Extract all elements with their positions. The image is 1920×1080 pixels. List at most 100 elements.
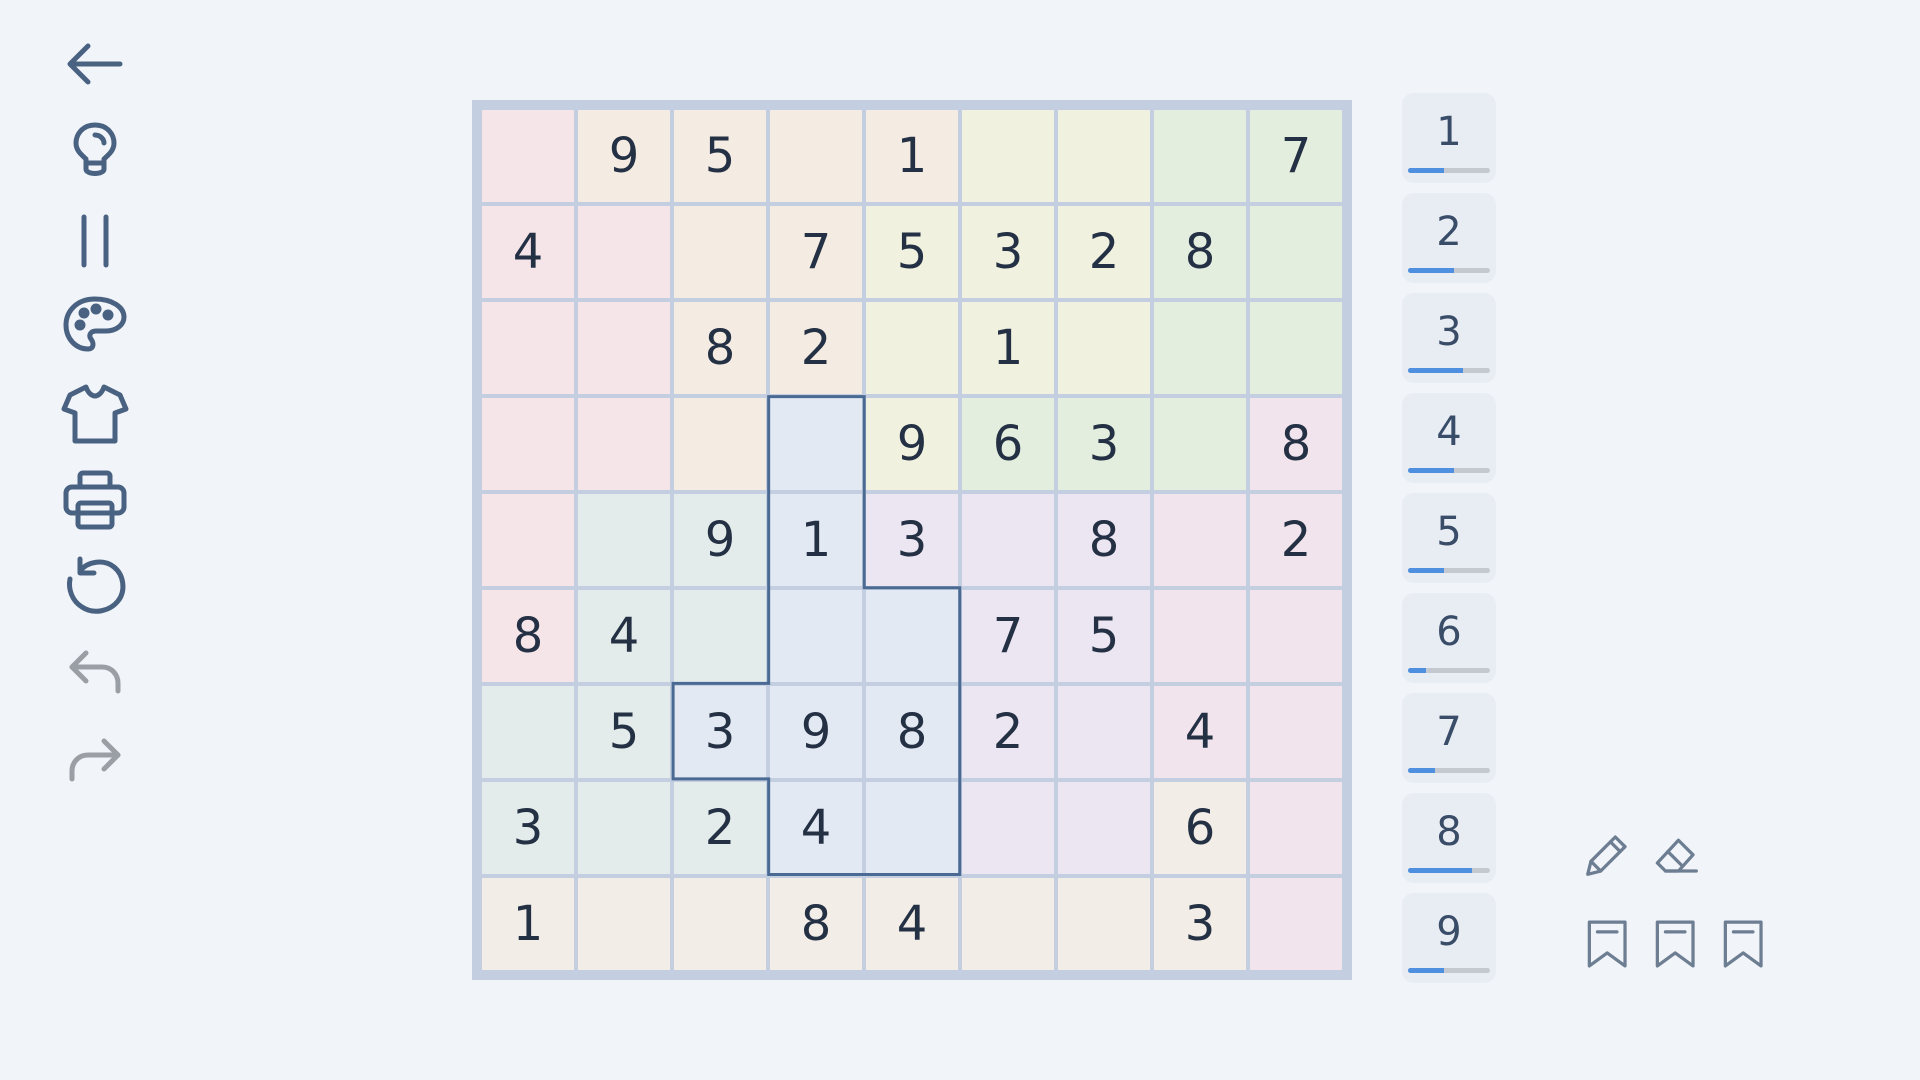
printer-button[interactable] <box>50 466 140 538</box>
cell-r7c6[interactable]: 2 <box>962 686 1054 778</box>
cell-r6c4[interactable] <box>770 590 862 682</box>
cell-r9c6[interactable] <box>962 878 1054 970</box>
cell-r6c5[interactable] <box>866 590 958 682</box>
digit-button-3[interactable]: 3 <box>1402 293 1496 383</box>
restart-button[interactable] <box>50 552 140 624</box>
cell-r6c3[interactable] <box>674 590 766 682</box>
cell-r9c8[interactable]: 3 <box>1154 878 1246 970</box>
cell-r1c5[interactable]: 1 <box>866 110 958 202</box>
cell-r6c6[interactable]: 7 <box>962 590 1054 682</box>
back-arrow-button[interactable] <box>50 30 140 102</box>
cell-r4c7[interactable]: 3 <box>1058 398 1150 490</box>
cell-r4c8[interactable] <box>1154 398 1246 490</box>
cell-r3c4[interactable]: 2 <box>770 302 862 394</box>
cell-r1c4[interactable] <box>770 110 862 202</box>
cell-r8c5[interactable] <box>866 782 958 874</box>
cell-r2c8[interactable]: 8 <box>1154 206 1246 298</box>
cell-r4c2[interactable] <box>578 398 670 490</box>
cell-r4c5[interactable]: 9 <box>866 398 958 490</box>
cell-r7c8[interactable]: 4 <box>1154 686 1246 778</box>
cell-r1c3[interactable]: 5 <box>674 110 766 202</box>
digit-button-8[interactable]: 8 <box>1402 793 1496 883</box>
shirt-button[interactable] <box>50 380 140 452</box>
digit-button-9[interactable]: 9 <box>1402 893 1496 983</box>
cell-r5c7[interactable]: 8 <box>1058 494 1150 586</box>
cell-r6c1[interactable]: 8 <box>482 590 574 682</box>
digit-button-2[interactable]: 2 <box>1402 193 1496 283</box>
cell-r5c3[interactable]: 9 <box>674 494 766 586</box>
cell-r2c2[interactable] <box>578 206 670 298</box>
cell-r1c6[interactable] <box>962 110 1054 202</box>
bookmark-1-button[interactable] <box>1578 916 1638 976</box>
cell-r2c1[interactable]: 4 <box>482 206 574 298</box>
cell-r7c5[interactable]: 8 <box>866 686 958 778</box>
cell-r7c7[interactable] <box>1058 686 1150 778</box>
palette-button[interactable] <box>50 292 140 364</box>
cell-r3c3[interactable]: 8 <box>674 302 766 394</box>
cell-r3c5[interactable] <box>866 302 958 394</box>
cell-r4c6[interactable]: 6 <box>962 398 1054 490</box>
cell-r5c5[interactable]: 3 <box>866 494 958 586</box>
bookmark-3-button[interactable] <box>1714 916 1774 976</box>
cell-r5c1[interactable] <box>482 494 574 586</box>
bookmark-2-button[interactable] <box>1646 916 1706 976</box>
cell-r2c5[interactable]: 5 <box>866 206 958 298</box>
cell-r2c4[interactable]: 7 <box>770 206 862 298</box>
cell-r1c1[interactable] <box>482 110 574 202</box>
cell-r9c9[interactable] <box>1250 878 1342 970</box>
cell-r8c3[interactable]: 2 <box>674 782 766 874</box>
cell-r4c1[interactable] <box>482 398 574 490</box>
cell-r3c1[interactable] <box>482 302 574 394</box>
pause-button[interactable] <box>50 206 140 278</box>
digit-button-6[interactable]: 6 <box>1402 593 1496 683</box>
cell-r3c6[interactable]: 1 <box>962 302 1054 394</box>
cell-r3c2[interactable] <box>578 302 670 394</box>
cell-r5c8[interactable] <box>1154 494 1246 586</box>
cell-r7c4[interactable]: 9 <box>770 686 862 778</box>
cell-r8c1[interactable]: 3 <box>482 782 574 874</box>
cell-r6c2[interactable]: 4 <box>578 590 670 682</box>
cell-r6c9[interactable] <box>1250 590 1342 682</box>
cell-r6c8[interactable] <box>1154 590 1246 682</box>
eraser-button[interactable] <box>1646 826 1706 886</box>
digit-button-5[interactable]: 5 <box>1402 493 1496 583</box>
cell-r2c3[interactable] <box>674 206 766 298</box>
cell-r9c3[interactable] <box>674 878 766 970</box>
cell-r2c7[interactable]: 2 <box>1058 206 1150 298</box>
digit-button-7[interactable]: 7 <box>1402 693 1496 783</box>
cell-r9c5[interactable]: 4 <box>866 878 958 970</box>
cell-r5c9[interactable]: 2 <box>1250 494 1342 586</box>
lightbulb-hint-button[interactable] <box>50 116 140 188</box>
cell-r1c8[interactable] <box>1154 110 1246 202</box>
cell-r4c4[interactable] <box>770 398 862 490</box>
cell-r3c9[interactable] <box>1250 302 1342 394</box>
cell-r1c2[interactable]: 9 <box>578 110 670 202</box>
cell-r1c7[interactable] <box>1058 110 1150 202</box>
digit-button-1[interactable]: 1 <box>1402 93 1496 183</box>
cell-r8c6[interactable] <box>962 782 1054 874</box>
cell-r5c4[interactable]: 1 <box>770 494 862 586</box>
redo-button[interactable] <box>50 730 140 802</box>
cell-r7c1[interactable] <box>482 686 574 778</box>
cell-r2c9[interactable] <box>1250 206 1342 298</box>
digit-button-4[interactable]: 4 <box>1402 393 1496 483</box>
cell-r9c4[interactable]: 8 <box>770 878 862 970</box>
cell-r3c7[interactable] <box>1058 302 1150 394</box>
cell-r8c4[interactable]: 4 <box>770 782 862 874</box>
cell-r8c2[interactable] <box>578 782 670 874</box>
pencil-button[interactable] <box>1578 826 1638 886</box>
cell-r8c7[interactable] <box>1058 782 1150 874</box>
cell-r4c9[interactable]: 8 <box>1250 398 1342 490</box>
cell-r4c3[interactable] <box>674 398 766 490</box>
cell-r9c1[interactable]: 1 <box>482 878 574 970</box>
cell-r7c2[interactable]: 5 <box>578 686 670 778</box>
cell-r6c7[interactable]: 5 <box>1058 590 1150 682</box>
cell-r7c3[interactable]: 3 <box>674 686 766 778</box>
cell-r2c6[interactable]: 3 <box>962 206 1054 298</box>
cell-r7c9[interactable] <box>1250 686 1342 778</box>
cell-r8c8[interactable]: 6 <box>1154 782 1246 874</box>
cell-r8c9[interactable] <box>1250 782 1342 874</box>
cell-r9c2[interactable] <box>578 878 670 970</box>
cell-r1c9[interactable]: 7 <box>1250 110 1342 202</box>
cell-r9c7[interactable] <box>1058 878 1150 970</box>
